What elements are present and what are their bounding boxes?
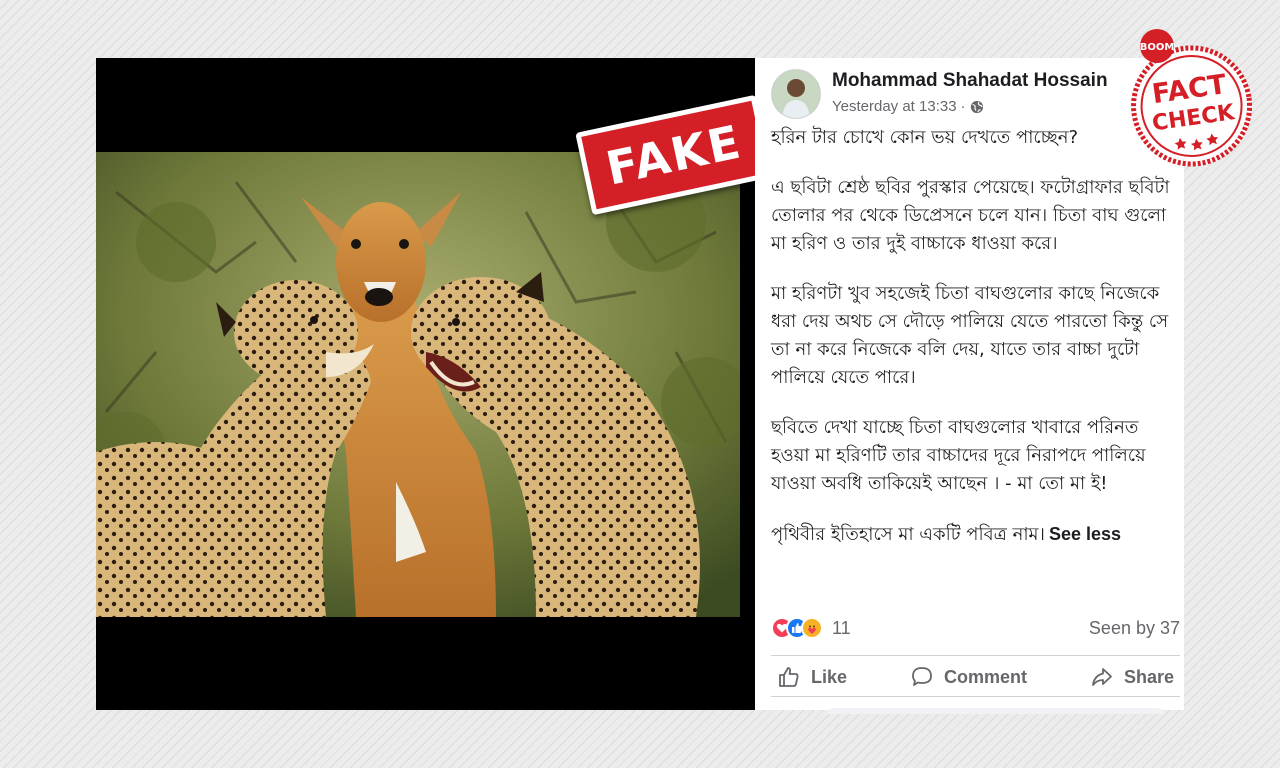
post-actions-bar: Like Comment Share <box>771 657 1180 697</box>
share-label: Share <box>1123 666 1174 687</box>
divider <box>771 696 1180 697</box>
post-paragraph: মা হরিণটা খুব সহজেই চিতা বাঘগুলোর কাছে ন… <box>771 283 1169 388</box>
like-label: Like <box>811 666 848 687</box>
thumbs-up-icon <box>779 667 799 687</box>
post-paragraph: ছবিতে দেখা যাচ্ছে চিতা বাঘগুলোর খাবারে প… <box>771 417 1146 494</box>
post-paragraph: হরিন টার চোখে কোন ভয় দেখতে পাচ্ছেন? <box>771 127 1079 148</box>
post-paragraph-last: পৃথিবীর ইতিহাসে মা একটি পবিত্র নাম। See l… <box>771 520 1175 549</box>
author-name[interactable]: Mohammad Shahadat Hossain <box>832 70 1108 92</box>
post-meta: Yesterday at 13:33 · <box>832 98 984 115</box>
seen-by-count[interactable]: Seen by 37 <box>1089 618 1180 639</box>
reactions-summary[interactable]: 11 <box>771 616 851 640</box>
fake-stamp-label: FAKE <box>601 114 747 196</box>
author-avatar[interactable] <box>771 69 821 119</box>
cheetahs-gazelle-image <box>96 152 740 617</box>
post-paragraph: এ ছবিটা শ্রেষ্ঠ ছবির পুরস্কার পেয়েছে। ফ… <box>771 177 1170 254</box>
post-screenshot: FAKE Mohammad Shahadat Hossain Yesterday… <box>96 58 1184 714</box>
comment-input[interactable] <box>827 708 1164 714</box>
meta-separator: · <box>960 98 966 115</box>
photo-panel: FAKE <box>96 58 755 710</box>
globe-icon[interactable] <box>970 100 984 114</box>
reaction-count: 11 <box>832 617 851 638</box>
post-panel: Mohammad Shahadat Hossain Yesterday at 1… <box>755 58 1184 714</box>
care-reaction-icon <box>801 617 823 639</box>
post-photo[interactable] <box>96 152 740 617</box>
post-timestamp[interactable]: Yesterday at 13:33 <box>832 98 957 115</box>
comment-button[interactable]: Comment <box>904 665 1033 689</box>
share-button[interactable]: Share <box>1084 665 1180 689</box>
see-less-link[interactable]: See less <box>1049 524 1121 544</box>
fact-check-badge: FACT CHECK BOOM <box>1131 29 1253 167</box>
comment-label: Comment <box>943 666 1027 687</box>
post-paragraph: পৃথিবীর ইতিহাসে মা একটি পবিত্র নাম। <box>771 524 1045 545</box>
share-icon <box>1092 668 1112 686</box>
avatar-image <box>772 70 820 118</box>
boom-label: BOOM <box>1140 42 1175 53</box>
like-button[interactable]: Like <box>771 665 853 689</box>
divider <box>771 655 1180 656</box>
comment-icon <box>912 667 932 686</box>
post-message: হরিন টার চোখে কোন ভয় দেখতে পাচ্ছেন? এ ছ… <box>771 124 1175 549</box>
